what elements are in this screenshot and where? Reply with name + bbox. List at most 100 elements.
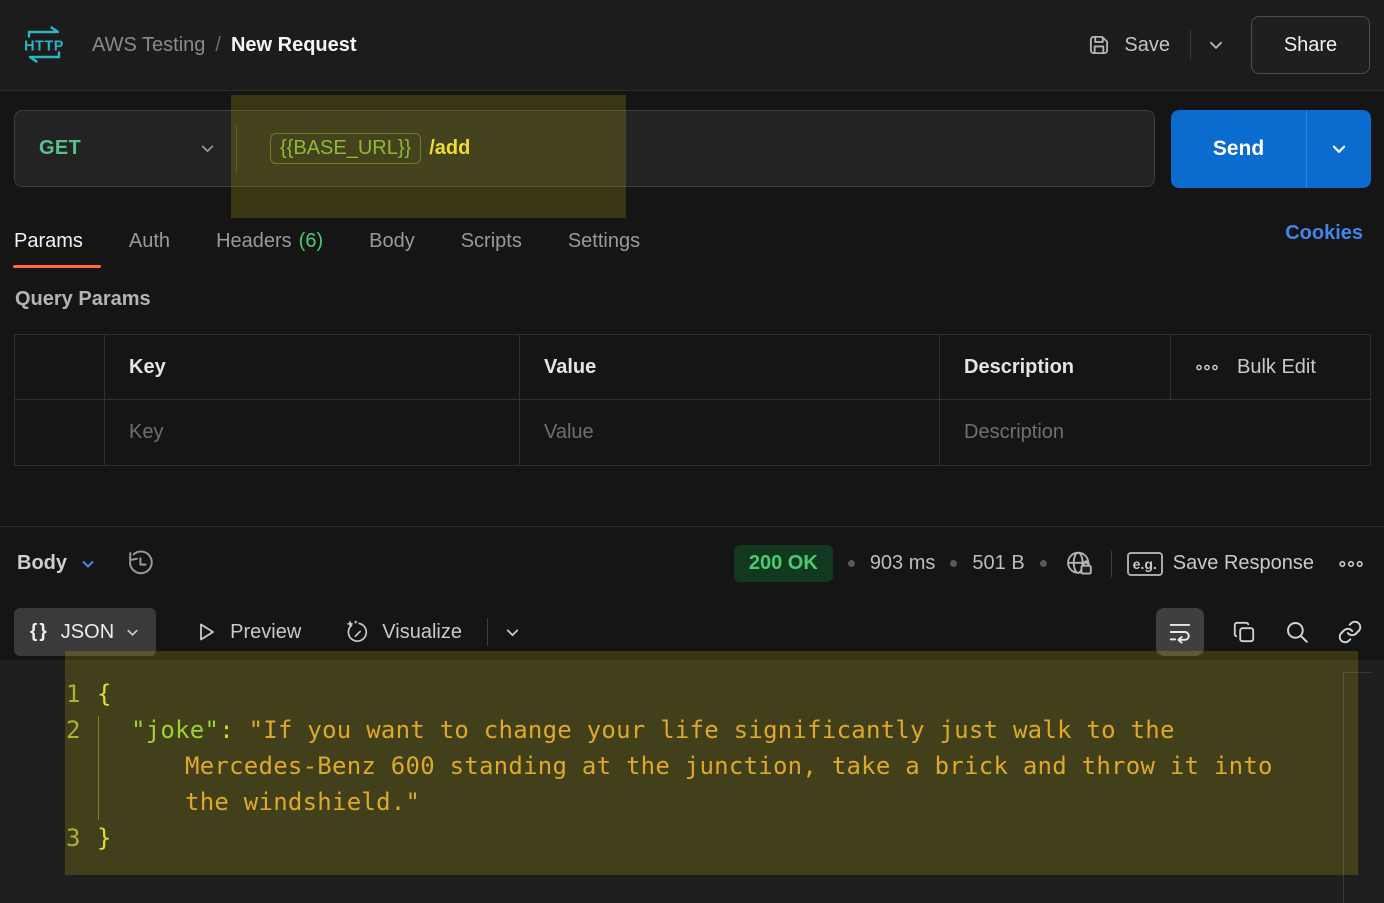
share-button[interactable]: Share <box>1251 16 1370 74</box>
bulk-edit-label: Bulk Edit <box>1237 356 1316 379</box>
request-tabs: Params Auth Headers (6) Body Scripts Settings <box>14 214 686 268</box>
tab-label: Auth <box>129 230 170 253</box>
response-time[interactable]: 903 ms <box>870 552 936 575</box>
line-number: 1 <box>0 676 97 712</box>
url-variable-chip[interactable]: {{BASE_URL}} <box>270 133 421 164</box>
code-line: Mercedes-Benz 600 standing at the juncti… <box>0 748 1384 784</box>
breadcrumb-collection[interactable]: AWS Testing <box>92 34 205 57</box>
save-example-icon[interactable]: e.g. <box>1127 552 1163 576</box>
token-brace: { <box>97 680 112 708</box>
more-options-icon <box>1195 363 1219 372</box>
http-protocol-icon: HTTP <box>22 24 66 66</box>
json-code: 1{2 "joke": "If you want to change your l… <box>0 660 1384 856</box>
tab-body[interactable]: Body <box>369 214 415 268</box>
code-line: the windshield." <box>0 784 1384 820</box>
meta-separator-dot <box>950 560 957 567</box>
response-history-icon[interactable] <box>123 547 157 581</box>
row-select-cell[interactable] <box>15 400 105 465</box>
tab-label: Settings <box>568 230 640 253</box>
key-input[interactable]: Key <box>105 400 520 465</box>
request-url-bar: GET {{BASE_URL}} /add <box>14 110 1155 187</box>
wrap-text-icon <box>1167 619 1193 645</box>
tab-label: Params <box>14 230 83 253</box>
copy-icon[interactable] <box>1231 619 1257 645</box>
visualize-button[interactable]: Visualize <box>343 619 462 646</box>
share-label: Share <box>1284 34 1337 57</box>
response-size[interactable]: 501 B <box>972 552 1024 575</box>
save-label: Save <box>1124 34 1170 57</box>
meta-separator-dot <box>848 560 855 567</box>
tab-auth[interactable]: Auth <box>129 214 170 268</box>
visualize-label: Visualize <box>382 621 462 644</box>
link-icon[interactable] <box>1337 619 1363 645</box>
token-str: Mercedes-Benz 600 standing at the juncti… <box>185 752 1273 780</box>
value-input[interactable]: Value <box>520 400 940 465</box>
save-response-button[interactable]: Save Response <box>1173 552 1314 575</box>
response-body-chevron-icon[interactable] <box>80 556 96 572</box>
method-chevron-icon <box>199 140 216 157</box>
code-line: 2 "joke": "If you want to change your lif… <box>0 712 1384 748</box>
response-more-options-icon[interactable] <box>1338 559 1364 569</box>
scrollbar-tick <box>1343 672 1371 673</box>
select-all-cell[interactable] <box>15 335 105 399</box>
breadcrumb-request-name[interactable]: New Request <box>231 34 357 57</box>
scrollbar-gutter[interactable] <box>1343 672 1344 903</box>
meta-divider <box>1111 551 1112 577</box>
tab-label: Headers <box>216 230 292 253</box>
tab-label: Body <box>369 230 415 253</box>
top-bar: HTTP AWS Testing / New Request Save Shar… <box>0 0 1384 91</box>
search-icon[interactable] <box>1284 619 1310 645</box>
response-meta: 200 OK 903 ms 501 B e.g. Save Response <box>734 527 1364 600</box>
token-brace: } <box>97 824 112 852</box>
preview-label: Preview <box>230 621 301 644</box>
description-column-header: Description <box>940 335 1171 399</box>
code-line: 3} <box>0 820 1384 856</box>
query-params-table: Key Value Description Bulk Edit Key Valu… <box>14 334 1371 466</box>
format-label: JSON <box>61 621 114 644</box>
tab-scripts[interactable]: Scripts <box>461 214 522 268</box>
bulk-edit-button[interactable]: Bulk Edit <box>1171 335 1370 399</box>
send-options-chevron-icon[interactable] <box>1307 110 1371 188</box>
response-body-tab[interactable]: Body <box>17 552 67 575</box>
save-options-chevron-icon[interactable] <box>1207 36 1225 54</box>
token-str: "If you want to change your life signifi… <box>249 716 1175 744</box>
tab-params[interactable]: Params <box>14 214 83 268</box>
description-input[interactable]: Description <box>940 400 1370 465</box>
visualize-magic-icon <box>343 619 370 646</box>
toolbar-chevron-icon[interactable] <box>504 624 521 641</box>
method-selector[interactable]: GET <box>15 111 236 186</box>
send-button-group: Send <box>1171 110 1371 188</box>
save-button[interactable]: Save <box>1086 32 1170 58</box>
tab-count: (6) <box>299 230 323 253</box>
format-selector[interactable]: {} JSON <box>14 608 156 656</box>
status-badge[interactable]: 200 OK <box>734 545 833 582</box>
meta-separator-dot <box>1040 560 1047 567</box>
line-number: 3 <box>0 820 97 856</box>
topbar-divider <box>1190 30 1191 60</box>
wrap-text-button[interactable] <box>1156 608 1204 656</box>
network-info-icon[interactable] <box>1064 548 1096 580</box>
preview-play-icon <box>194 620 218 644</box>
breadcrumb: AWS Testing / New Request <box>92 34 357 57</box>
response-body-viewer[interactable]: 1{2 "joke": "If you want to change your l… <box>0 660 1384 903</box>
send-button[interactable]: Send <box>1171 110 1306 188</box>
response-toolbar-right <box>1156 604 1363 660</box>
line-number: 2 <box>0 712 97 748</box>
preview-button[interactable]: Preview <box>194 620 301 644</box>
braces-icon: {} <box>30 621 49 643</box>
send-label: Send <box>1213 137 1264 161</box>
token-key: "joke" <box>131 716 219 744</box>
tab-settings[interactable]: Settings <box>568 214 640 268</box>
tab-headers[interactable]: Headers (6) <box>216 214 323 268</box>
value-column-header: Value <box>520 335 940 399</box>
token-punct: : <box>219 716 248 744</box>
toolbar-divider <box>487 618 488 646</box>
breadcrumb-separator: / <box>215 34 221 57</box>
table-row: Key Value Description <box>15 400 1370 465</box>
cookies-link[interactable]: Cookies <box>1285 222 1363 245</box>
token-str: the windshield." <box>185 788 420 816</box>
method-label: GET <box>39 137 81 160</box>
format-chevron-icon <box>125 625 140 640</box>
code-line: 1{ <box>0 676 1384 712</box>
url-input[interactable]: {{BASE_URL}} /add <box>237 133 1154 164</box>
